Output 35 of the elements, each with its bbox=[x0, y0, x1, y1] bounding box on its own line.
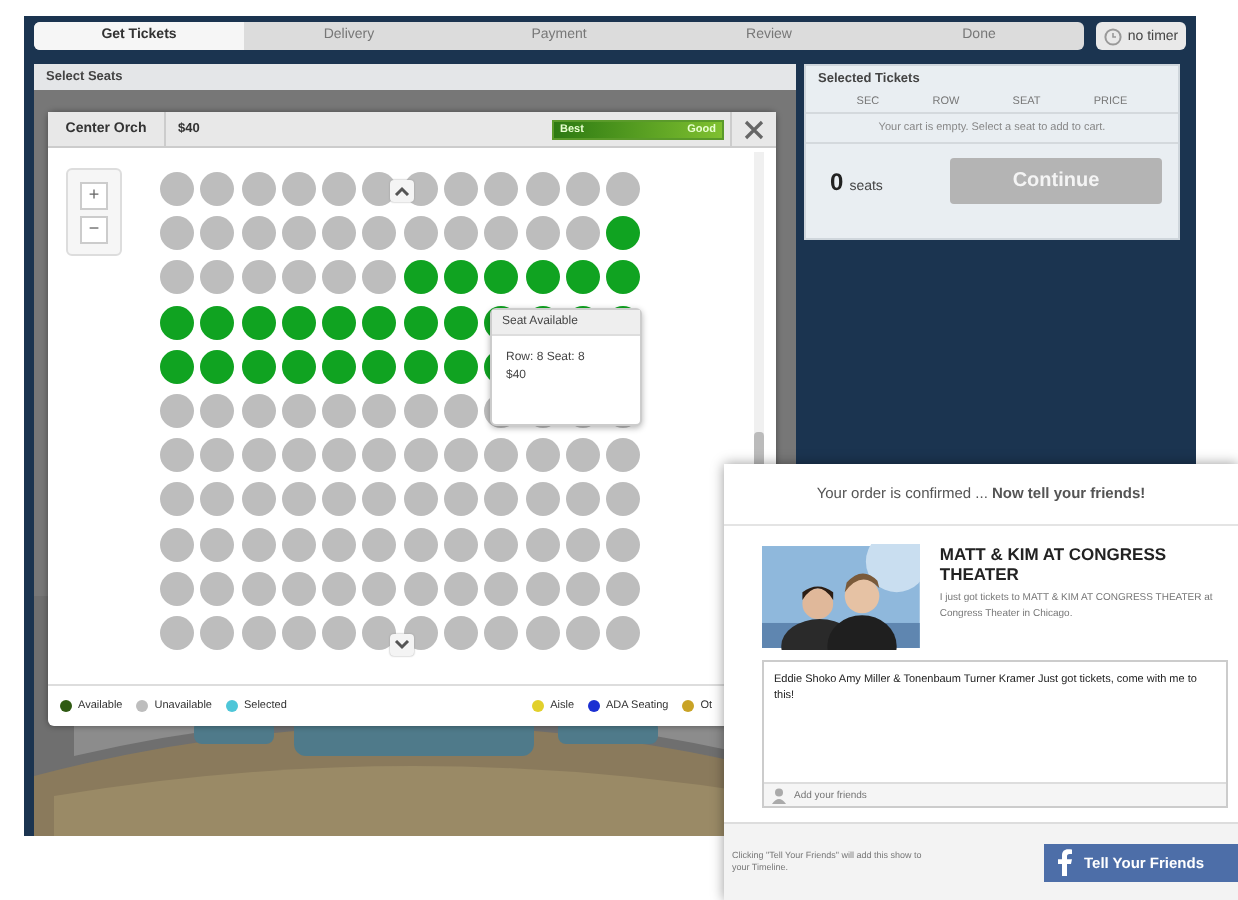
seat[interactable] bbox=[565, 260, 600, 295]
seat[interactable] bbox=[403, 260, 438, 295]
seat[interactable] bbox=[241, 305, 276, 340]
seat[interactable] bbox=[241, 349, 276, 384]
seat[interactable] bbox=[403, 305, 438, 340]
chevron-up-icon bbox=[394, 186, 410, 196]
seat[interactable] bbox=[362, 305, 397, 340]
seat[interactable] bbox=[160, 349, 194, 384]
scroll-down-button[interactable] bbox=[390, 634, 414, 656]
seat[interactable] bbox=[444, 349, 479, 384]
seat[interactable] bbox=[484, 260, 519, 295]
seat[interactable] bbox=[322, 349, 357, 384]
zoom-button[interactable]: + bbox=[80, 181, 108, 209]
seat[interactable] bbox=[322, 305, 357, 340]
person-icon bbox=[772, 787, 786, 803]
seat[interactable] bbox=[160, 305, 194, 340]
close-icon bbox=[744, 119, 764, 139]
seat[interactable] bbox=[362, 349, 397, 384]
f-logo-icon bbox=[1056, 848, 1072, 876]
event-title: MATT & KIM AT CONGRESS THEATER bbox=[939, 544, 1169, 584]
seat[interactable] bbox=[606, 216, 641, 251]
clock-icon bbox=[1103, 27, 1122, 45]
seat-count: 0 bbox=[830, 167, 844, 195]
chevron-down-icon bbox=[394, 640, 410, 650]
seat[interactable] bbox=[403, 349, 438, 384]
seat[interactable] bbox=[200, 349, 235, 384]
seat[interactable] bbox=[200, 305, 235, 340]
scroll-up-button[interactable] bbox=[390, 180, 414, 202]
zoom-button[interactable]: − bbox=[80, 215, 108, 243]
seat[interactable] bbox=[281, 349, 316, 384]
seat[interactable] bbox=[444, 305, 479, 340]
seat[interactable] bbox=[281, 305, 316, 340]
seat[interactable] bbox=[525, 260, 560, 295]
seat[interactable] bbox=[606, 260, 641, 295]
seat[interactable] bbox=[444, 260, 479, 295]
